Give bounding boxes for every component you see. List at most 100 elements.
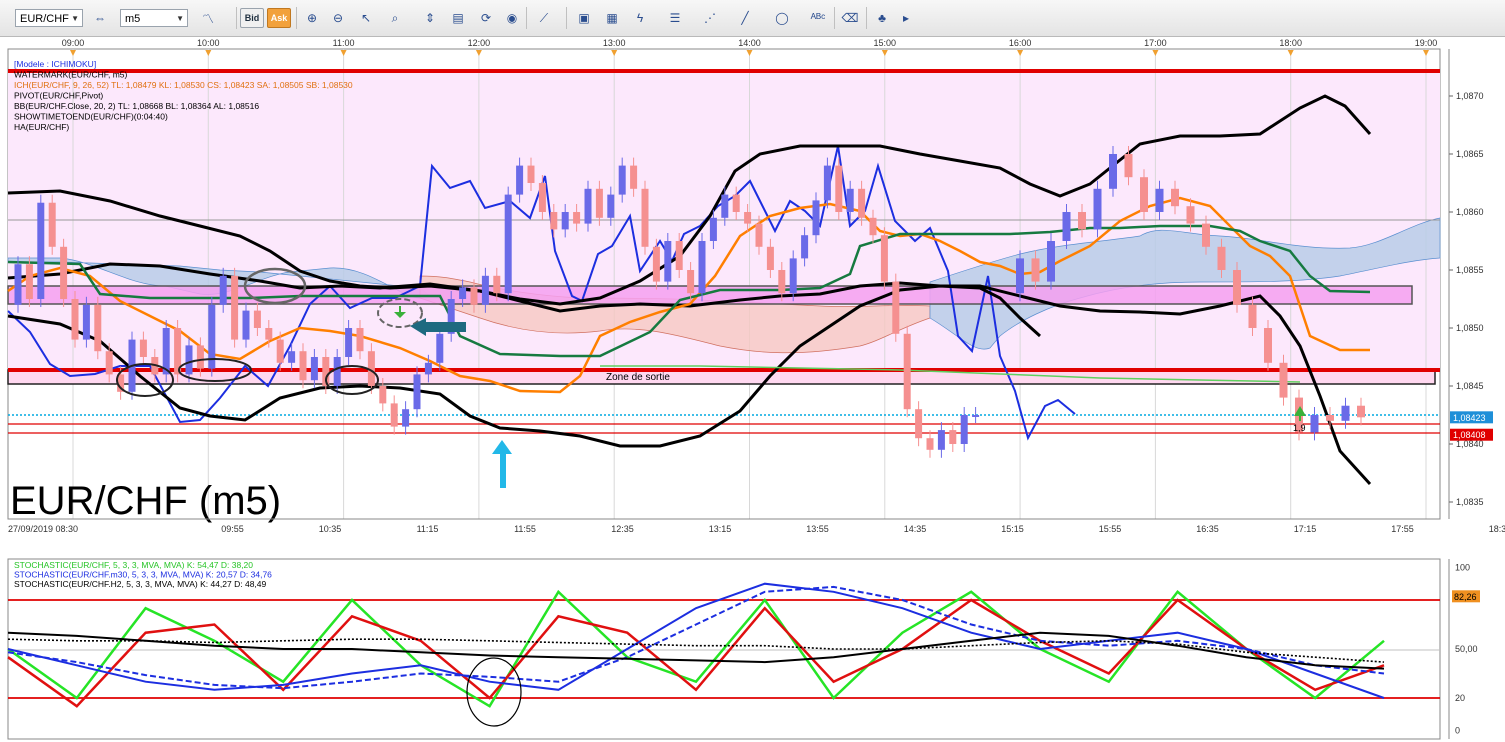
ruler-icon[interactable]: ⟋	[534, 8, 554, 28]
chart-type-icon[interactable]: 〽	[198, 8, 218, 28]
candle-body	[424, 362, 432, 375]
stoch-tick-label: 100	[1455, 562, 1470, 572]
grid-icon[interactable]: ▦	[602, 8, 622, 28]
trendline-icon[interactable]: ╱	[735, 8, 755, 28]
candle-body	[1326, 415, 1334, 421]
time-tick-label: 16:35	[1196, 524, 1219, 534]
candle-body	[732, 194, 740, 212]
candle-body	[94, 304, 102, 352]
candle-body	[527, 165, 535, 183]
candle-body	[413, 374, 421, 410]
stoch-tick-label: 0	[1455, 726, 1460, 736]
eraser-icon[interactable]: ⌫	[840, 8, 860, 28]
candle-body	[60, 246, 68, 299]
legend-entry: STOCHASTIC(EUR/CHF.H2, 5, 3, 3, MVA, MVA…	[14, 579, 267, 589]
candle-body	[664, 241, 672, 282]
ellipse-icon[interactable]: ◯	[772, 8, 792, 28]
candle-body	[812, 200, 820, 236]
price-chart[interactable]: 09:00 10:00 11:00 12:00 13:00 14:00 15:00 16:00…	[0, 36, 1505, 555]
time-tick-label: 18:00	[1279, 38, 1302, 48]
zoom-area-icon[interactable]: ⌕	[385, 8, 405, 28]
candle-body	[481, 275, 489, 305]
text-icon[interactable]: ᴬᴮᶜ	[808, 8, 828, 28]
candle-body	[1341, 405, 1350, 421]
zoom-out-icon[interactable]: ⊖	[328, 8, 348, 28]
candle-body	[345, 328, 353, 357]
candle-body	[310, 357, 318, 381]
chart-toolbar: EUR/CHF ▼ ⇔ m5 ▼ 〽 Bid Ask ⊕ ⊖ ↖ ⌕ ⇕ ▤ ⟳…	[0, 0, 1505, 37]
candle-body	[436, 333, 444, 363]
candle-body	[721, 194, 729, 218]
stoch-tick-label: 20	[1455, 693, 1465, 703]
legend-entry: STOCHASTIC(EUR/CHF, 5, 3, 3, MVA, MVA) K…	[14, 560, 253, 570]
time-tick-label: 17:55	[1391, 524, 1414, 534]
globe-icon[interactable]: ◉	[502, 8, 522, 28]
time-tick-label: 13:15	[709, 524, 732, 534]
price-tick-label: 1,0860	[1456, 207, 1484, 217]
candle-body	[1016, 258, 1024, 294]
time-tick-label: 15:00	[874, 38, 897, 48]
candle-body	[504, 194, 512, 294]
candle-body	[573, 212, 581, 224]
candle-body	[1031, 258, 1040, 282]
ask-button[interactable]: Ask	[267, 8, 291, 28]
candle-body	[949, 430, 957, 444]
refresh-icon[interactable]: ⟳	[476, 8, 496, 28]
properties-icon[interactable]: ▤	[448, 8, 468, 28]
symbol-select[interactable]: EUR/CHF ▼	[15, 9, 83, 27]
bottom-time-axis: 27/09/2019 08:30 09:55 10:35 11:15 11:55 12:3…	[8, 524, 1505, 534]
candle-body	[105, 351, 113, 375]
scroll-icon[interactable]: ▸	[896, 8, 916, 28]
stoch-value-tag-label: 82,26	[1454, 592, 1477, 602]
candle-body	[276, 339, 284, 363]
zoom-in-icon[interactable]: ⊕	[302, 8, 322, 28]
time-tick-label: 16:00	[1009, 38, 1032, 48]
candle-body	[1310, 415, 1319, 433]
legend-entry: SHOWTIMETOEND(EUR/CHF)(0:04:40)	[14, 112, 168, 122]
timeframe-select-value: m5	[125, 13, 141, 25]
time-tick-label: 14:35	[904, 524, 927, 534]
candle-body	[698, 241, 706, 294]
candle-body	[299, 351, 307, 381]
candle-body	[778, 270, 786, 294]
bid-button[interactable]: Bid	[240, 8, 264, 28]
candle-body	[789, 258, 797, 294]
candle-body	[253, 310, 261, 328]
image-icon[interactable]: ▣	[574, 8, 594, 28]
candle-body	[561, 212, 569, 230]
timeframe-select[interactable]: m5 ▼	[120, 9, 188, 27]
candle-body	[48, 202, 56, 247]
candle-body	[1202, 223, 1210, 247]
stoch-tick-label: 50,00	[1455, 644, 1478, 654]
legend-entry: BB(EUR/CHF.Close, 20, 2) TL: 1,08668 BL:…	[14, 101, 259, 111]
price-tick-label: 1,0835	[1456, 497, 1484, 507]
candle-body	[937, 430, 945, 450]
link-icon[interactable]: ⇔	[90, 8, 110, 28]
candle-body	[1186, 206, 1195, 224]
candle-body	[584, 188, 592, 224]
candle-body	[1109, 154, 1117, 189]
candle-body	[25, 264, 33, 299]
cursor-icon[interactable]: ↖	[356, 8, 376, 28]
candle-body	[185, 345, 193, 375]
candle-body	[1047, 241, 1055, 282]
candle-body	[1062, 212, 1071, 241]
candle-body	[687, 270, 695, 294]
stochastic-chart[interactable]: STOCHASTIC(EUR/CHF, 5, 3, 3, MVA, MVA) K…	[0, 555, 1505, 742]
candle-body	[823, 165, 831, 201]
objects-tree-icon[interactable]: ♣	[872, 8, 892, 28]
candle-body	[139, 339, 147, 357]
fibonacci-icon[interactable]: ϟ	[630, 8, 650, 28]
price-tick-label: 1,0855	[1456, 265, 1484, 275]
fit-icon[interactable]: ⇕	[420, 8, 440, 28]
symbol-watermark: EUR/CHF (m5)	[10, 479, 281, 523]
candle-body	[1140, 177, 1148, 212]
time-tick-label: 10:00	[197, 38, 220, 48]
time-tick-label: 18:35	[1489, 524, 1505, 534]
gann-icon[interactable]: ⋰	[700, 8, 720, 28]
candle-body	[1217, 246, 1226, 270]
time-tick-label: 17:15	[1294, 524, 1317, 534]
price-tick-label: 1,0845	[1456, 381, 1484, 391]
horizontal-lines-icon[interactable]: ☰	[665, 8, 685, 28]
candle-body	[926, 438, 934, 450]
